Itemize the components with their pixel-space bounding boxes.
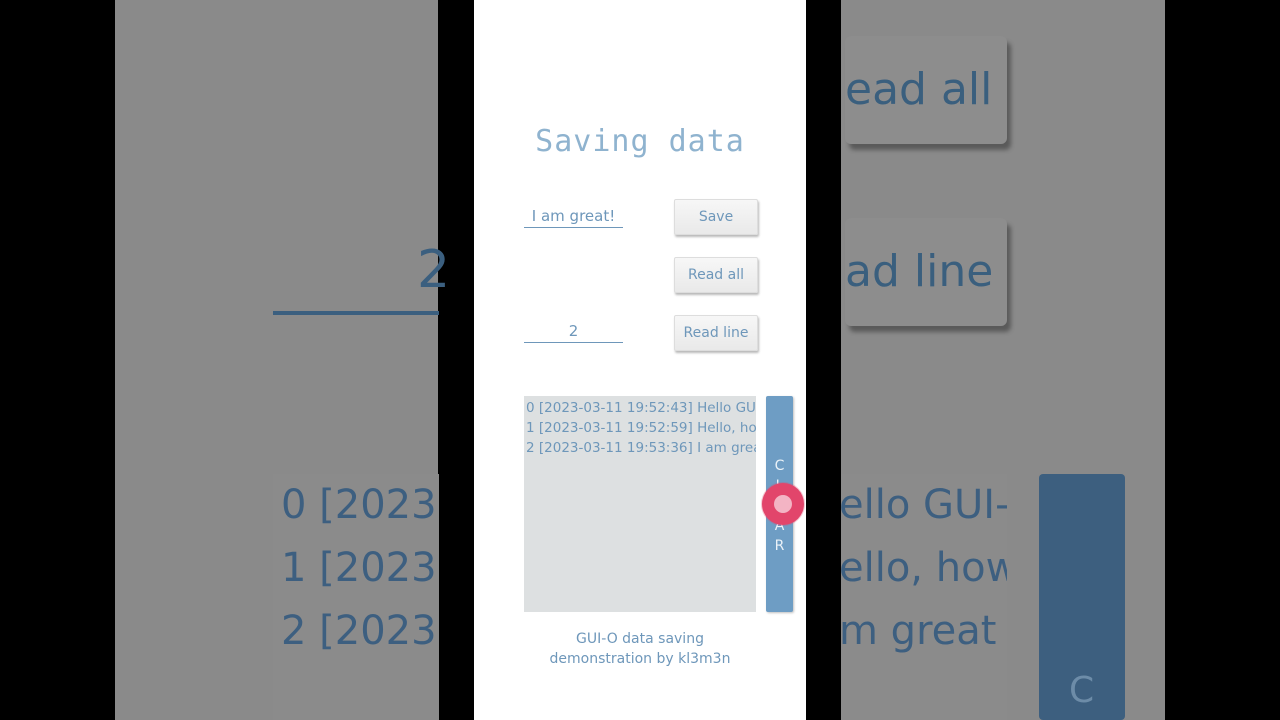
text-input[interactable]: I am great! — [524, 207, 623, 228]
read-line-button[interactable]: Read line — [674, 315, 758, 351]
read-all-button[interactable]: Read all — [674, 257, 758, 293]
background-log-line: 1 [2023 — [281, 545, 437, 591]
background-clear-letter: C — [1069, 670, 1095, 711]
log-line: 0 [2023-03-11 19:52:43] Hello GUI- — [526, 400, 756, 416]
background-read-all-button: ead all — [845, 36, 1007, 144]
background-log-line: ello GUI- — [841, 482, 1007, 528]
background-log-line: ello, how — [841, 545, 1007, 591]
background-clear-button: C — [1039, 474, 1125, 720]
line-number-input[interactable]: 2 — [524, 322, 623, 343]
background-read-line-text: ad line — [845, 246, 994, 297]
touch-indicator — [762, 483, 804, 525]
background-divider-left — [438, 0, 474, 720]
footer-line: demonstration by kl3m3n — [549, 651, 731, 667]
background-read-all-text: ead all — [845, 64, 993, 115]
footer-caption: GUI-O data saving demonstration by kl3m3… — [474, 629, 806, 669]
background-log-line: m great — [841, 608, 997, 654]
background-line-value: 2 — [417, 240, 451, 300]
background-log-line: 0 [2023 — [281, 482, 437, 528]
background-divider-right — [805, 0, 841, 720]
phone-app-screen: Saving data I am great! Save Read all 2 … — [474, 0, 806, 720]
clear-letter: C — [774, 458, 785, 474]
background-log-left: 0 [2023 1 [2023 2 [2023 — [273, 474, 439, 720]
background-log-right: ello GUI- ello, how m great — [841, 474, 1007, 720]
background-log-line: 2 [2023 — [281, 608, 437, 654]
log-line: 1 [2023-03-11 19:52:59] Hello, how — [526, 420, 756, 436]
page-title: Saving data — [535, 124, 745, 159]
clear-letter: R — [774, 538, 785, 554]
log-line: 2 [2023-03-11 19:53:36] I am great — [526, 440, 756, 456]
save-button[interactable]: Save — [674, 199, 758, 235]
log-text-area[interactable]: 0 [2023-03-11 19:52:43] Hello GUI- 1 [20… — [524, 396, 756, 612]
background-line-underline — [273, 311, 439, 315]
footer-line: GUI-O data saving — [576, 631, 704, 647]
background-read-line-button: ad line — [845, 218, 1007, 326]
